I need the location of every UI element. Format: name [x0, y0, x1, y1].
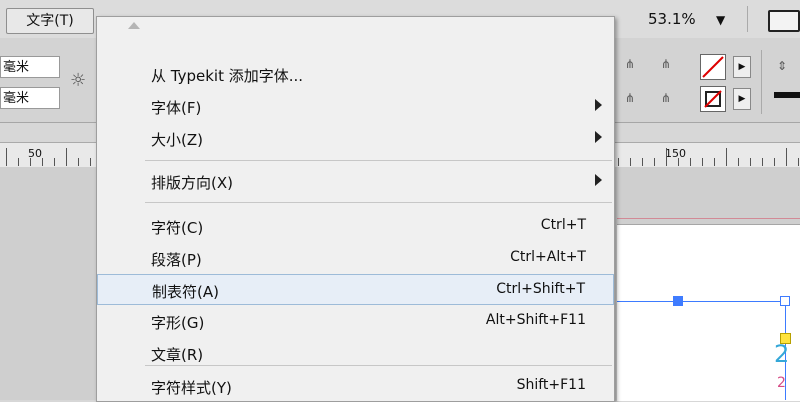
distribute-icon[interactable]: ⋔ [656, 54, 676, 74]
fill-swatch[interactable] [700, 54, 726, 80]
ruler-tick [18, 158, 19, 166]
screen-mode-icon[interactable] [768, 10, 800, 32]
menu-item-label: 字符(C) [151, 219, 204, 237]
ruler-tick [66, 148, 67, 166]
menu-item-label: 字符样式(Y) [151, 379, 232, 397]
ruler-tick [798, 158, 799, 166]
text-dropdown-menu: 从 Typekit 添加字体... 字体(F) 大小(Z) 排版方向(X) 字符… [96, 16, 615, 402]
document-page[interactable] [617, 224, 800, 401]
stroke-weight-preview [774, 92, 800, 98]
ruler-tick [42, 158, 43, 166]
ruler-tick [654, 158, 655, 166]
text-menu-button[interactable]: 文字(T) [6, 8, 94, 34]
ruler-tick [54, 158, 55, 166]
stroke-swatch[interactable] [700, 86, 726, 112]
text-frame-edge [617, 301, 785, 302]
ruler-tick [786, 148, 787, 166]
menu-item-label: 大小(Z) [151, 131, 203, 149]
unit-field-1[interactable]: 毫米 [0, 56, 60, 78]
stroke-weight-stepper-icon[interactable]: ⇕ [772, 56, 792, 76]
zoom-dropdown-icon[interactable]: ▼ [716, 13, 725, 27]
menu-item-add-typekit-fonts[interactable]: 从 Typekit 添加字体... [97, 59, 614, 90]
ruler-tick [714, 158, 715, 166]
ruler-tick [762, 158, 763, 166]
ruler-tick [78, 158, 79, 166]
frame-handle[interactable] [673, 296, 683, 306]
ruler-tick [90, 158, 91, 166]
menu-item-character[interactable]: 字符(C) Ctrl+T [97, 211, 614, 242]
menu-item-paragraph[interactable]: 段落(P) Ctrl+Alt+T [97, 243, 614, 274]
frame-handle[interactable] [780, 296, 790, 306]
menu-item-font[interactable]: 字体(F) [97, 91, 614, 122]
zoom-level[interactable]: 53.1% [648, 10, 696, 28]
submenu-arrow-icon [595, 174, 602, 186]
ruler-tick [6, 148, 7, 166]
stroke-dropdown-icon[interactable]: ▶ [733, 88, 751, 110]
menu-item-label: 排版方向(X) [151, 174, 233, 192]
menu-item-shortcut: Ctrl+Alt+T [510, 249, 586, 265]
menu-item-character-styles[interactable]: 字符样式(Y) Shift+F11 [97, 371, 614, 402]
no-stroke-icon [704, 90, 722, 108]
ruler-tick [642, 158, 643, 166]
menu-item-label: 从 Typekit 添加字体... [151, 67, 304, 85]
toolbar-separator [761, 50, 762, 114]
ruler-tick [774, 158, 775, 166]
menu-item-shortcut: Ctrl+Shift+T [496, 281, 585, 297]
menu-item-type-orientation[interactable]: 排版方向(X) [97, 166, 614, 197]
menu-item-shortcut: Ctrl+T [540, 217, 586, 233]
ruler-tick [702, 158, 703, 166]
ruler-tick [30, 158, 31, 166]
align-icon[interactable]: ⋔ [620, 54, 640, 74]
menu-item-tabs[interactable]: 制表符(A) Ctrl+Shift+T [97, 274, 614, 305]
ruler-tick [726, 148, 727, 166]
menu-item-glyphs[interactable]: 字形(G) Alt+Shift+F11 [97, 306, 614, 337]
menu-separator [145, 160, 612, 161]
menu-pointer-icon [128, 22, 140, 29]
menu-separator [145, 202, 612, 203]
ruler-tick [678, 158, 679, 166]
ruler-tick [750, 158, 751, 166]
ruler-tick [618, 158, 619, 166]
ruler-label: 150 [665, 147, 686, 160]
menu-item-label: 制表符(A) [152, 283, 219, 301]
menu-item-shortcut: Shift+F11 [516, 377, 586, 393]
page-text: 2 [777, 375, 786, 391]
menu-separator [145, 365, 612, 366]
toolbar-separator [747, 6, 748, 32]
menu-item-label: 段落(P) [151, 251, 202, 269]
distribute-icon[interactable]: ⋔ [656, 88, 676, 108]
align-icon[interactable]: ⋔ [620, 88, 640, 108]
page-text: 2 [774, 340, 790, 368]
menu-item-label: 文章(R) [151, 346, 204, 364]
menu-item-shortcut: Alt+Shift+F11 [485, 312, 586, 328]
submenu-arrow-icon [595, 99, 602, 111]
no-fill-icon [702, 56, 724, 78]
link-icon[interactable]: ☼ [70, 70, 86, 91]
menu-item-label: 字形(G) [151, 314, 205, 332]
ruler-tick [738, 158, 739, 166]
ruler-tick [690, 158, 691, 166]
menu-item-label: 字体(F) [151, 99, 202, 117]
unit-field-2[interactable]: 毫米 [0, 87, 60, 109]
menu-item-size[interactable]: 大小(Z) [97, 123, 614, 154]
ruler-tick [630, 158, 631, 166]
fill-dropdown-icon[interactable]: ▶ [733, 56, 751, 78]
submenu-arrow-icon [595, 131, 602, 143]
margin-guide [617, 218, 800, 219]
ruler-tick [666, 148, 667, 166]
